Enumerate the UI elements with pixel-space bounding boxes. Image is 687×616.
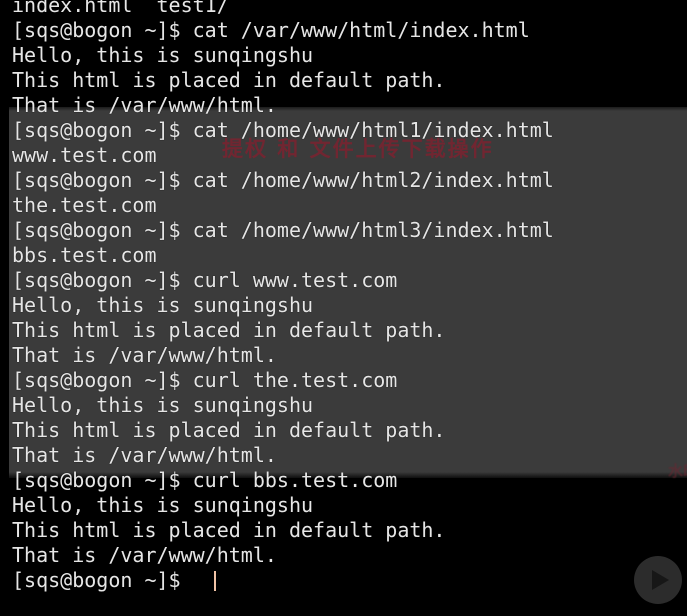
- play-triangle: [652, 570, 669, 590]
- terminal-line: That is /var/www/html.: [12, 443, 277, 467]
- terminal-line: [sqs@bogon ~]$ cat /home/www/html3/index…: [12, 218, 554, 242]
- terminal-line: This html is placed in default path.: [12, 518, 446, 542]
- terminal-line: [sqs@bogon ~]$ cat /var/www/html/index.h…: [12, 18, 530, 42]
- terminal-line: This html is placed in default path.: [12, 68, 446, 92]
- terminal-line: [sqs@bogon ~]$ curl the.test.com: [12, 368, 398, 392]
- terminal-line: Hello, this is sunqingshu: [12, 293, 314, 317]
- terminal-line: bbs.test.com: [12, 243, 157, 267]
- terminal-line: Hello, this is sunqingshu: [12, 393, 314, 417]
- terminal-output[interactable]: index.html test1/[sqs@bogon ~]$ cat /var…: [0, 0, 687, 616]
- terminal-line: Hello, this is sunqingshu: [12, 43, 314, 67]
- terminal-line: That is /var/www/html.: [12, 543, 277, 567]
- text-cursor: [214, 571, 216, 591]
- terminal-line: [sqs@bogon ~]$ cat /home/www/html2/index…: [12, 168, 554, 192]
- terminal-line: That is /var/www/html.: [12, 343, 277, 367]
- terminal-line: This html is placed in default path.: [12, 418, 446, 442]
- terminal-line: www.test.com: [12, 143, 157, 167]
- play-icon[interactable]: [634, 556, 682, 604]
- terminal-line: That is /var/www/html.: [12, 93, 277, 117]
- terminal-screenshot: 提权 和 文件上传下载操作 水印 index.html test1/[sqs@b…: [0, 0, 687, 616]
- terminal-line: Hello, this is sunqingshu: [12, 493, 314, 517]
- terminal-line: [sqs@bogon ~]$: [12, 568, 193, 592]
- terminal-line: index.html test1/: [12, 0, 229, 17]
- terminal-line: [sqs@bogon ~]$ cat /home/www/html1/index…: [12, 118, 554, 142]
- terminal-line: [sqs@bogon ~]$ curl www.test.com: [12, 268, 398, 292]
- terminal-line: This html is placed in default path.: [12, 318, 446, 342]
- terminal-line: [sqs@bogon ~]$ curl bbs.test.com: [12, 468, 398, 492]
- terminal-line: the.test.com: [12, 193, 157, 217]
